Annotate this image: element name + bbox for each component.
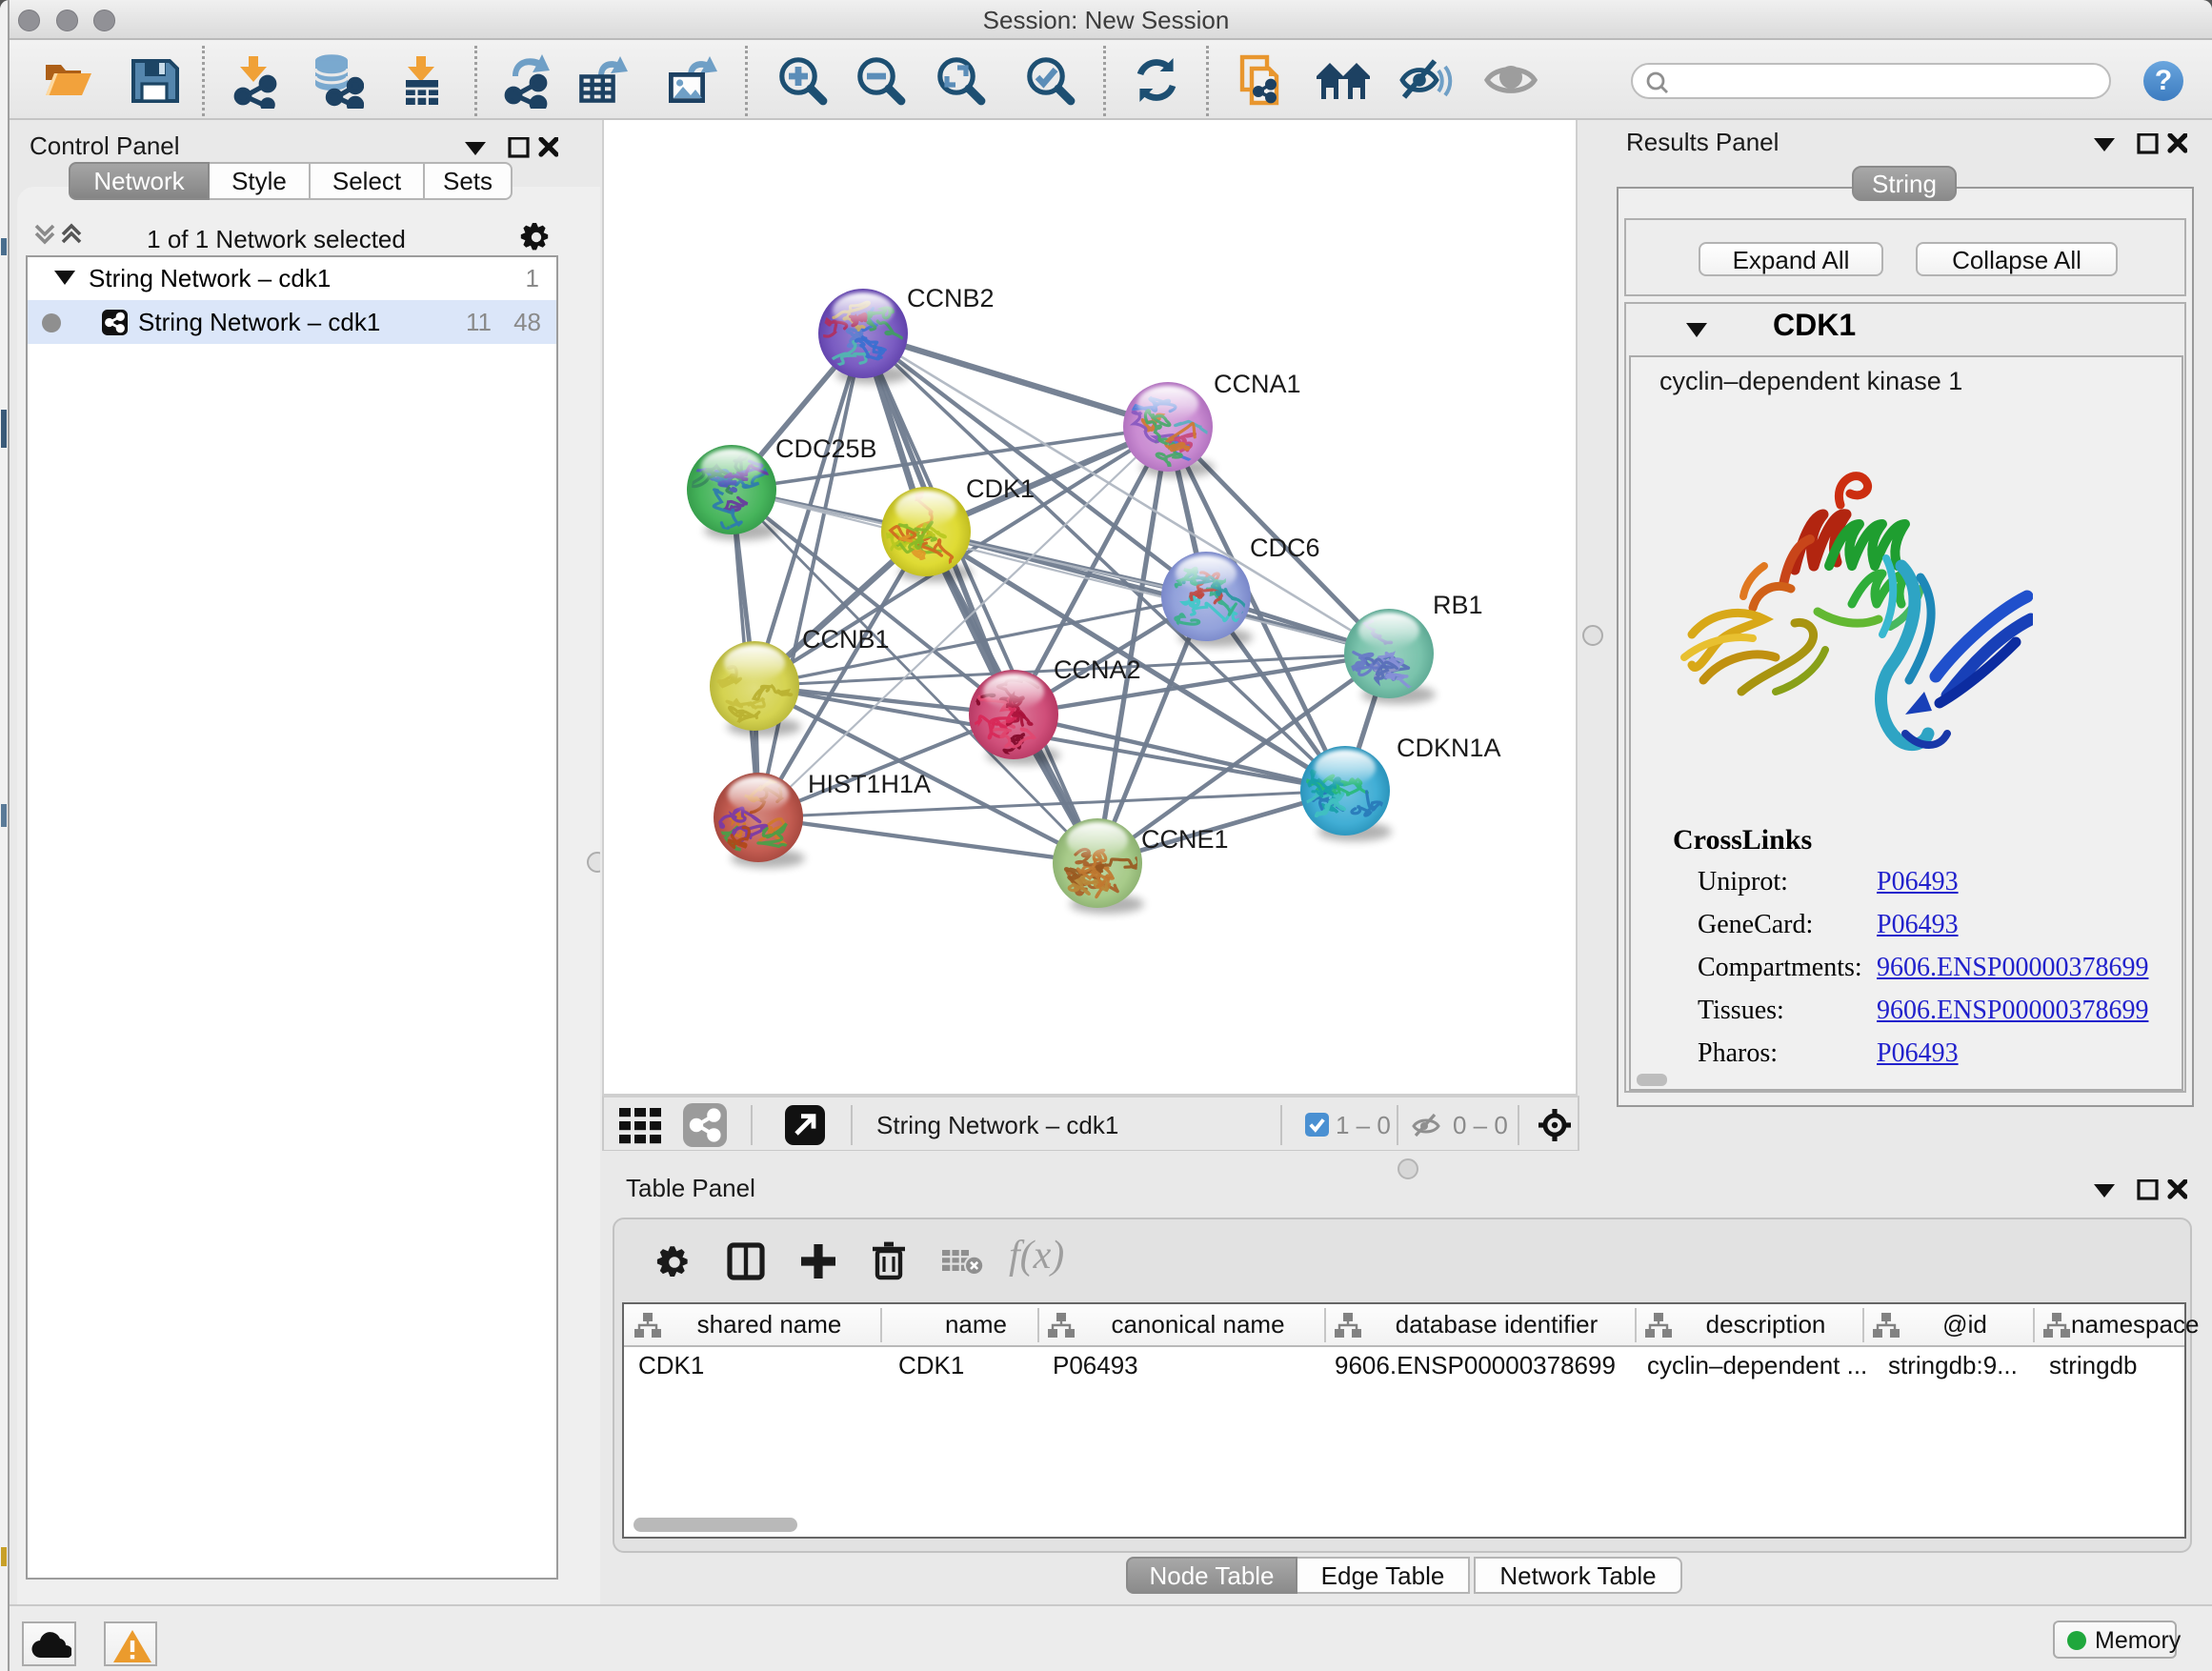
svg-text:CDK1: CDK1	[966, 474, 1035, 503]
svg-text:CCNA1: CCNA1	[1214, 370, 1301, 398]
svg-text:CCNB2: CCNB2	[907, 284, 995, 312]
svg-text:CCNE1: CCNE1	[1141, 825, 1229, 854]
svg-text:CCNA2: CCNA2	[1054, 655, 1141, 684]
svg-text:CDKN1A: CDKN1A	[1397, 734, 1501, 762]
svg-text:CCNB1: CCNB1	[802, 625, 890, 654]
svg-text:CDC6: CDC6	[1250, 534, 1320, 562]
svg-text:CDC25B: CDC25B	[775, 434, 877, 463]
svg-text:RB1: RB1	[1433, 591, 1483, 619]
svg-text:HIST1H1A: HIST1H1A	[808, 770, 931, 798]
